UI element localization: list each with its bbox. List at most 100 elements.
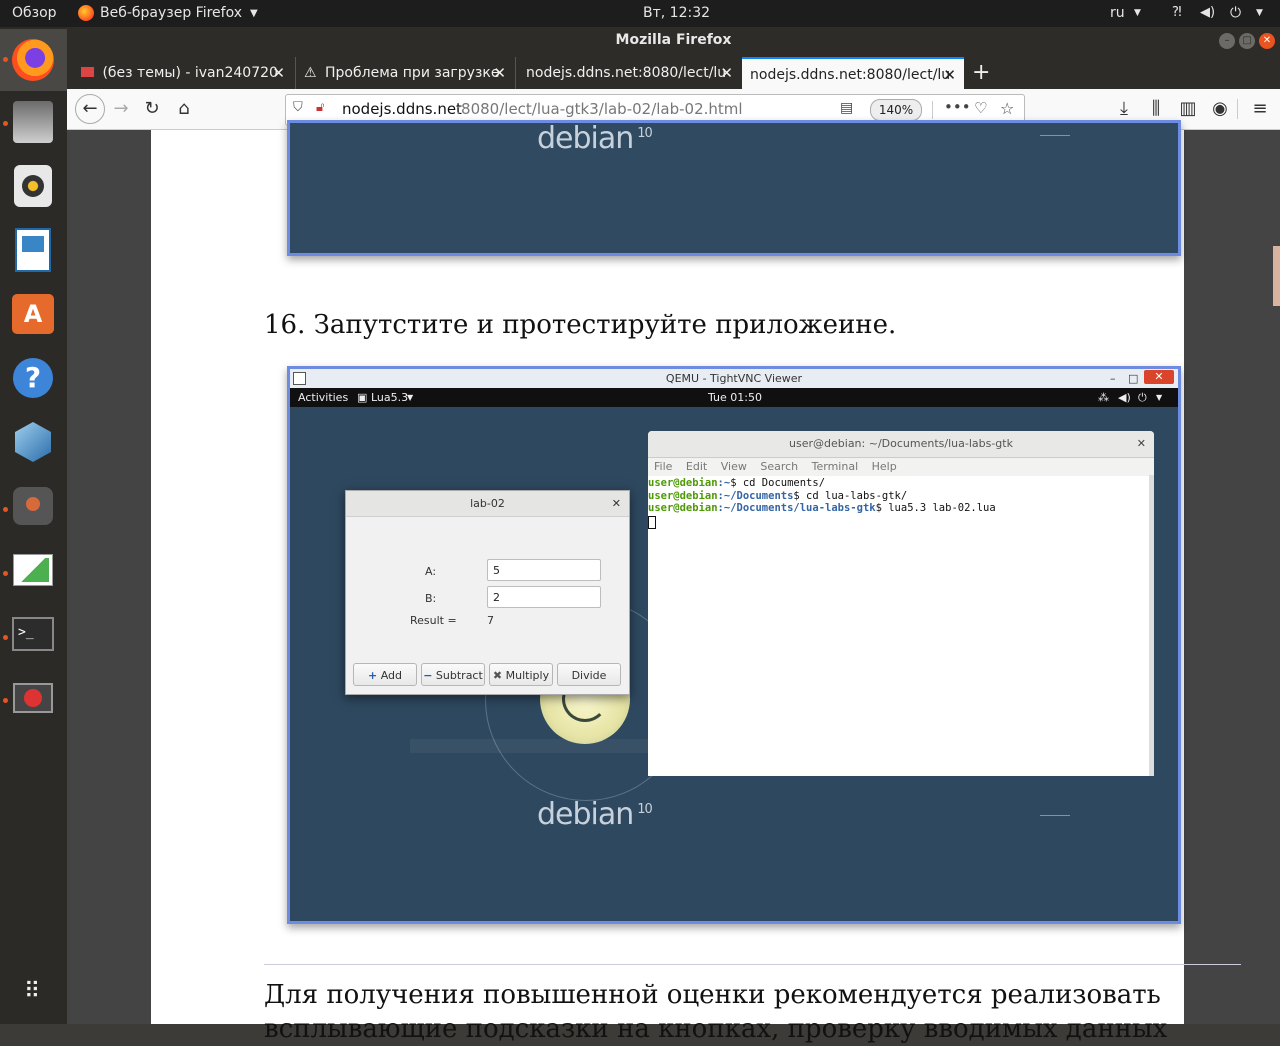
zoom-indicator[interactable]: 140% <box>870 99 922 121</box>
close-button[interactable]: ✕ <box>1259 33 1275 49</box>
tab-nodejs-active[interactable]: nodejs.ddns.net:8080/lect/lu ✕ <box>742 57 964 89</box>
writer-launcher[interactable] <box>10 227 56 273</box>
maximize-icon: □ <box>1128 372 1139 385</box>
decoration-line <box>1040 815 1070 816</box>
terminal-menu-item: Edit <box>685 460 708 473</box>
terminal-menubar: File Edit View Search Terminal Help <box>648 458 1154 476</box>
lab02-dialog: lab-02 ✕ A: 5 B: 2 Result = 7 + Add − Su… <box>345 490 630 695</box>
spreadsheet-icon <box>13 554 53 586</box>
insecure-lock-icon[interactable]: 🔓︎ <box>316 100 324 115</box>
app-icon: ▣ <box>357 391 368 404</box>
chevron-down-icon: ▼ <box>1256 8 1263 18</box>
running-indicator <box>3 698 8 703</box>
library-icon[interactable]: ⫼ <box>1144 97 1168 121</box>
plus-icon: + <box>367 669 378 682</box>
firefox-launcher[interactable] <box>10 37 56 83</box>
divider <box>1237 99 1238 119</box>
show-apps-button[interactable]: ⠿ <box>10 968 56 1014</box>
vnc-screenshot: QEMU - TightVNC Viewer – □ ✕ Activities … <box>287 366 1181 924</box>
terminal-menu-item: Terminal <box>811 460 859 473</box>
sidebar-icon[interactable]: ▥ <box>1176 97 1200 121</box>
divider <box>932 101 933 119</box>
terminal-cursor <box>648 515 656 529</box>
bookmark-star-icon[interactable]: ☆ <box>1000 99 1014 118</box>
maximize-button[interactable]: □ <box>1239 33 1255 49</box>
chevron-down-icon: ▼ <box>1156 393 1163 402</box>
step-heading: 16. Запутстите и протестируйте приложеин… <box>264 310 897 340</box>
vnc-app-icon <box>293 372 306 385</box>
paragraph-line: всплывающие подсказки на кнопках, провер… <box>264 1014 1168 1044</box>
vnc-launcher[interactable] <box>10 675 56 721</box>
terminal-icon: >_ <box>12 617 54 651</box>
virtualbox-launcher[interactable] <box>10 419 56 465</box>
robot-icon <box>13 487 53 525</box>
network-icon[interactable]: ⁈ <box>1172 5 1182 20</box>
language-indicator[interactable]: ru <box>1110 5 1125 21</box>
pocket-icon[interactable]: ♡ <box>974 99 987 117</box>
forward-button[interactable]: → <box>109 97 133 121</box>
rhythmbox-launcher[interactable] <box>10 163 56 209</box>
terminal-line: user@debian:~$ cd Documents/ <box>648 477 826 489</box>
terminal-launcher[interactable]: >_ <box>10 611 56 657</box>
close-icon[interactable]: ✕ <box>272 57 285 89</box>
page: debian 10 16. Запутстите и протестируйте … <box>151 120 1241 1044</box>
terminal-scrollbar <box>1149 475 1154 776</box>
close-icon: ✕ <box>1136 437 1146 450</box>
chevron-down-icon: ▼ <box>1134 8 1141 18</box>
minimize-button[interactable]: – <box>1219 33 1235 49</box>
mail-icon <box>81 67 94 77</box>
tab-nodejs-1[interactable]: nodejs.ddns.net:8080/lect/lu ✕ <box>515 57 741 89</box>
help-launcher[interactable]: ? <box>10 355 56 401</box>
close-icon: ✕ <box>611 497 621 510</box>
no-entry-icon <box>13 683 53 713</box>
reader-view-icon[interactable]: ▤ <box>840 100 853 116</box>
window-title: Mozilla Firefox <box>67 27 1280 54</box>
activities-button[interactable]: Обзор <box>12 5 57 21</box>
close-icon[interactable]: ✕ <box>720 57 733 89</box>
account-icon[interactable]: ◉ <box>1208 97 1232 121</box>
tab-label: nodejs.ddns.net:8080/lect/lu <box>526 65 727 81</box>
network-icon: ⁂ <box>1098 391 1109 404</box>
label-b: B: <box>425 592 437 605</box>
paragraph-line: Для получения повышенной оценки рекоменд… <box>264 980 1161 1010</box>
screenshot-image: debian 10 <box>287 120 1181 256</box>
software-launcher[interactable]: A <box>10 291 56 337</box>
result-value: 7 <box>487 614 494 627</box>
running-indicator <box>3 57 8 62</box>
gnome-app-menu: Lua5.3 <box>371 391 409 404</box>
reload-button[interactable]: ↻ <box>140 97 164 121</box>
download-icon[interactable]: ⤓ <box>1112 97 1136 121</box>
chevron-down-icon: ▼ <box>407 393 414 402</box>
vnc-window-title: QEMU - TightVNC Viewer – □ ✕ <box>290 369 1178 388</box>
shield-icon[interactable]: ⛉ <box>293 100 303 115</box>
close-icon[interactable]: ✕ <box>493 57 506 89</box>
top-bar: Обзор Веб-браузер Firefox ▼ Вт, 12:32 ru… <box>0 0 1280 27</box>
terminal-menu-item: File <box>654 460 673 473</box>
debian-logo: debian 10 <box>537 797 653 832</box>
minus-icon: − <box>423 669 433 682</box>
power-icon[interactable]: ⏻ <box>1230 5 1241 21</box>
tab-label: (без темы) - ivan240720 <box>102 65 278 81</box>
home-icon[interactable]: ⌂ <box>172 97 196 121</box>
scrollbar-thumb[interactable] <box>1273 246 1280 306</box>
back-button[interactable]: ← <box>75 94 105 124</box>
volume-icon[interactable]: ◀) <box>1200 5 1215 20</box>
firefox-icon <box>78 5 94 21</box>
tab-mail[interactable]: (без темы) - ivan240720 ✕ <box>75 57 293 89</box>
page-actions-icon[interactable]: ••• <box>944 98 971 116</box>
menu-icon[interactable]: ≡ <box>1248 97 1272 121</box>
qemu-launcher[interactable] <box>10 483 56 529</box>
subtract-button: − Subtract <box>421 663 485 686</box>
clock[interactable]: Вт, 12:32 <box>643 5 710 21</box>
terminal-title: user@debian: ~/Documents/lua-labs-gtk ✕ <box>648 431 1154 458</box>
debian-logo: debian 10 <box>537 121 653 156</box>
close-icon[interactable]: ✕ <box>943 59 956 89</box>
calc-launcher[interactable] <box>10 547 56 593</box>
running-indicator <box>3 635 8 640</box>
grid-icon: ⠿ <box>23 978 43 1004</box>
tab-problem[interactable]: ⚠ Проблема при загрузке ✕ <box>295 57 514 89</box>
app-menu[interactable]: Веб-браузер Firefox <box>100 5 242 21</box>
files-launcher[interactable] <box>10 99 56 145</box>
firefox-icon <box>12 39 54 81</box>
new-tab-button[interactable]: + <box>972 60 990 85</box>
